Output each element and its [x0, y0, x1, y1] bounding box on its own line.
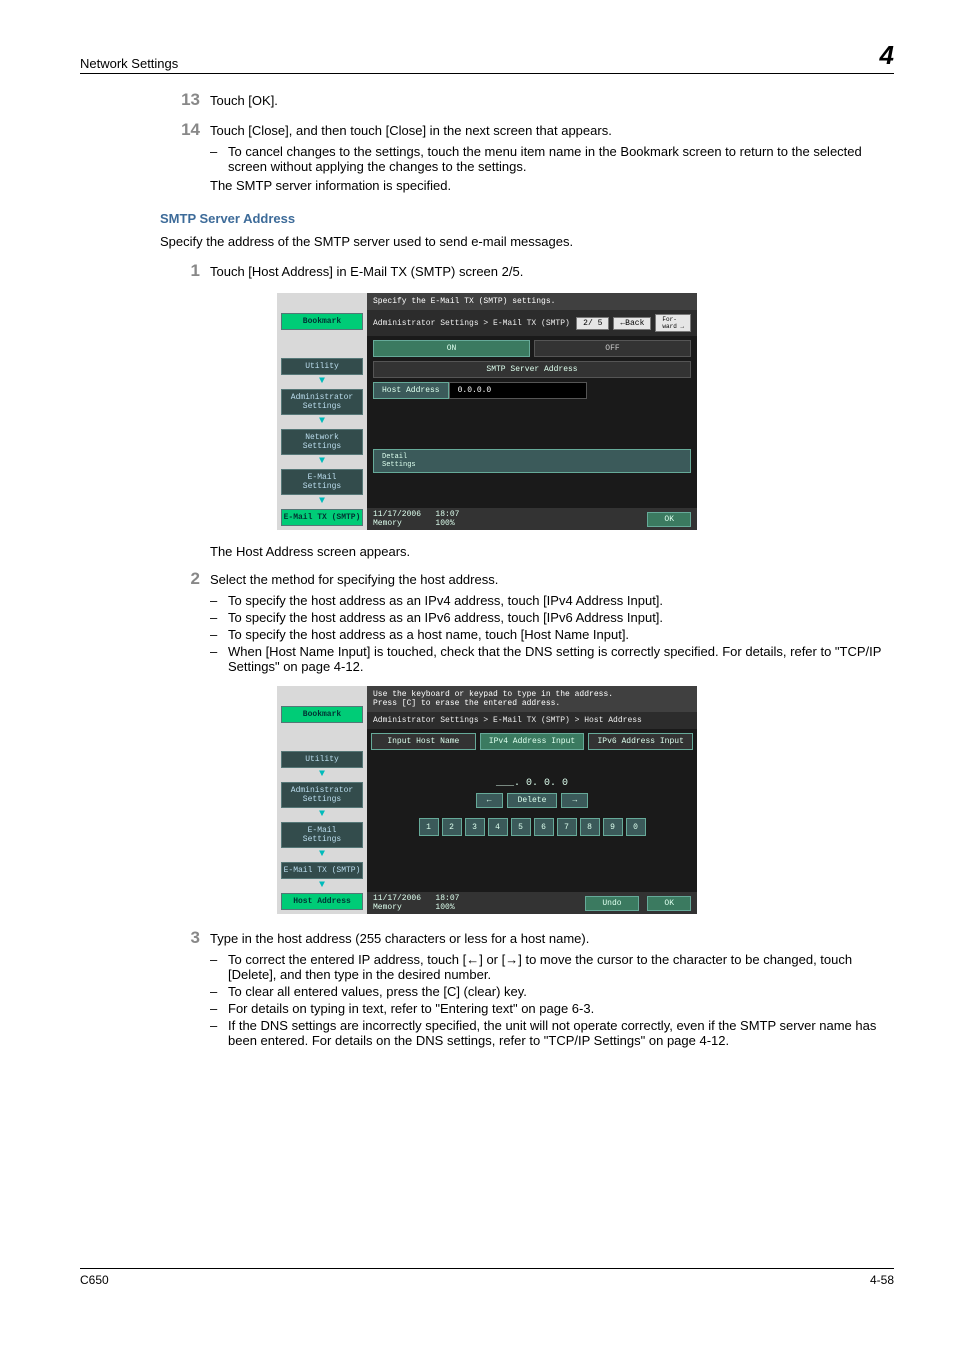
bullet-dash: –: [210, 610, 228, 625]
sidebar-host-address[interactable]: Host Address: [281, 893, 363, 910]
arrow-down-icon: ▼: [319, 852, 325, 858]
sub-text: To correct the entered IP address, touch…: [228, 952, 894, 982]
bullet-dash: –: [210, 1001, 228, 1016]
host-address-value: 0.0.0.0: [449, 382, 587, 399]
page-footer: C650 4-58: [80, 1268, 894, 1287]
section-heading: SMTP Server Address: [160, 211, 894, 226]
instruction-text: Specify the E-Mail TX (SMTP) settings.: [367, 293, 697, 310]
body-text: The SMTP server information is specified…: [210, 178, 894, 193]
keypad-key[interactable]: 0: [626, 818, 646, 836]
arrow-down-icon: ▼: [319, 379, 325, 385]
sidebar-admin-settings[interactable]: Administrator Settings: [281, 782, 363, 808]
bullet-dash: –: [210, 1018, 228, 1048]
undo-button[interactable]: Undo: [585, 896, 638, 911]
sub-text: When [Host Name Input] is touched, check…: [228, 644, 894, 674]
screenshot-smtp-server-address: Bookmark Utility ▼ Administrator Setting…: [277, 293, 697, 530]
on-button[interactable]: ON: [373, 340, 530, 357]
bullet-dash: –: [210, 952, 228, 982]
sub-text: To specify the host address as an IPv4 a…: [228, 593, 663, 608]
arrow-down-icon: ▼: [319, 812, 325, 818]
back-button[interactable]: ←Back: [613, 317, 651, 330]
arrow-down-icon: ▼: [319, 772, 325, 778]
keypad-key[interactable]: 9: [603, 818, 623, 836]
delete-button[interactable]: Delete: [507, 793, 558, 808]
header-title: Network Settings: [80, 56, 178, 71]
sub-text: To clear all entered values, press the […: [228, 984, 527, 999]
step-text: Select the method for specifying the hos…: [210, 572, 894, 587]
bullet-dash: –: [210, 627, 228, 642]
sidebar-bookmark[interactable]: Bookmark: [281, 706, 363, 723]
tab-ipv6-address-input[interactable]: IPv6 Address Input: [588, 733, 693, 750]
off-button[interactable]: OFF: [534, 340, 691, 357]
sub-text: If the DNS settings are incorrectly spec…: [228, 1018, 894, 1048]
forward-button[interactable]: For- ward →: [655, 314, 691, 332]
sidebar-utility[interactable]: Utility: [281, 751, 363, 768]
bullet-dash: –: [210, 644, 228, 674]
sub-text: To specify the host address as a host na…: [228, 627, 629, 642]
tab-ipv4-address-input[interactable]: IPv4 Address Input: [480, 733, 585, 750]
ip-display: ___. 0. 0. 0: [373, 778, 691, 789]
breadcrumb: Administrator Settings > E-Mail TX (SMTP…: [373, 319, 572, 328]
arrow-down-icon: ▼: [319, 883, 325, 889]
screenshot-host-address-input: Bookmark Utility ▼ Administrator Setting…: [277, 686, 697, 914]
sub-text: To cancel changes to the settings, touch…: [228, 144, 894, 174]
sidebar-email-tx-smtp[interactable]: E-Mail TX (SMTP): [281, 862, 363, 879]
step-text: Type in the host address (255 characters…: [210, 931, 894, 946]
status-datetime-memory: 11/17/2006 18:07 Memory 100%: [373, 894, 459, 912]
step-text: Touch [OK].: [210, 93, 894, 108]
cursor-left-button[interactable]: ←: [476, 793, 503, 808]
ok-button[interactable]: OK: [647, 512, 691, 527]
arrow-down-icon: ▼: [319, 419, 325, 425]
step-number: 14: [160, 120, 200, 140]
arrow-down-icon: ▼: [319, 459, 325, 465]
step-text: Touch [Host Address] in E-Mail TX (SMTP)…: [210, 264, 894, 279]
keypad-key[interactable]: 3: [465, 818, 485, 836]
bullet-dash: –: [210, 144, 228, 174]
step-number: 13: [160, 90, 200, 110]
keypad-key[interactable]: 5: [511, 818, 531, 836]
page-header: Network Settings 4: [80, 40, 894, 74]
detail-settings-button[interactable]: Detail Settings: [373, 449, 691, 473]
sidebar-email-settings[interactable]: E-Mail Settings: [281, 822, 363, 848]
status-datetime-memory: 11/17/2006 18:07 Memory 100%: [373, 510, 459, 528]
sub-text: For details on typing in text, refer to …: [228, 1001, 594, 1016]
instruction-text: Use the keyboard or keypad to type in th…: [367, 686, 697, 712]
sidebar-network-settings[interactable]: Network Settings: [281, 429, 363, 455]
tab-input-host-name[interactable]: Input Host Name: [371, 733, 476, 750]
keypad-key[interactable]: 4: [488, 818, 508, 836]
keypad-key[interactable]: 1: [419, 818, 439, 836]
footer-model: C650: [80, 1273, 109, 1287]
page-indicator: 2/ 5: [576, 317, 609, 330]
sidebar-utility[interactable]: Utility: [281, 358, 363, 375]
step-number: 3: [160, 928, 200, 948]
keypad-key[interactable]: 7: [557, 818, 577, 836]
sub-text: To specify the host address as an IPv6 a…: [228, 610, 663, 625]
host-address-button[interactable]: Host Address: [373, 382, 449, 399]
sidebar-bookmark[interactable]: Bookmark: [281, 313, 363, 330]
bullet-dash: –: [210, 593, 228, 608]
cursor-right-button[interactable]: →: [561, 793, 588, 808]
step-number: 2: [160, 569, 200, 589]
step-text: Touch [Close], and then touch [Close] in…: [210, 123, 894, 138]
ok-button[interactable]: OK: [647, 896, 691, 911]
section-intro: Specify the address of the SMTP server u…: [160, 234, 894, 249]
breadcrumb: Administrator Settings > E-Mail TX (SMTP…: [373, 716, 691, 725]
step-number: 1: [160, 261, 200, 281]
keypad-key[interactable]: 2: [442, 818, 462, 836]
numeric-keypad: 1 2 3 4 5 6 7 8 9 0: [373, 818, 691, 836]
keypad-key[interactable]: 8: [580, 818, 600, 836]
sidebar: Bookmark Utility ▼ Administrator Setting…: [277, 293, 367, 530]
sidebar-email-tx-smtp[interactable]: E-Mail TX (SMTP): [281, 509, 363, 526]
sidebar-admin-settings[interactable]: Administrator Settings: [281, 389, 363, 415]
sidebar-email-settings[interactable]: E-Mail Settings: [281, 469, 363, 495]
arrow-down-icon: ▼: [319, 499, 325, 505]
keypad-key[interactable]: 6: [534, 818, 554, 836]
chapter-number: 4: [880, 40, 894, 71]
footer-page-number: 4-58: [870, 1273, 894, 1287]
bullet-dash: –: [210, 984, 228, 999]
body-text: The Host Address screen appears.: [210, 544, 894, 559]
section-label: SMTP Server Address: [373, 361, 691, 378]
sidebar: Bookmark Utility ▼ Administrator Setting…: [277, 686, 367, 914]
